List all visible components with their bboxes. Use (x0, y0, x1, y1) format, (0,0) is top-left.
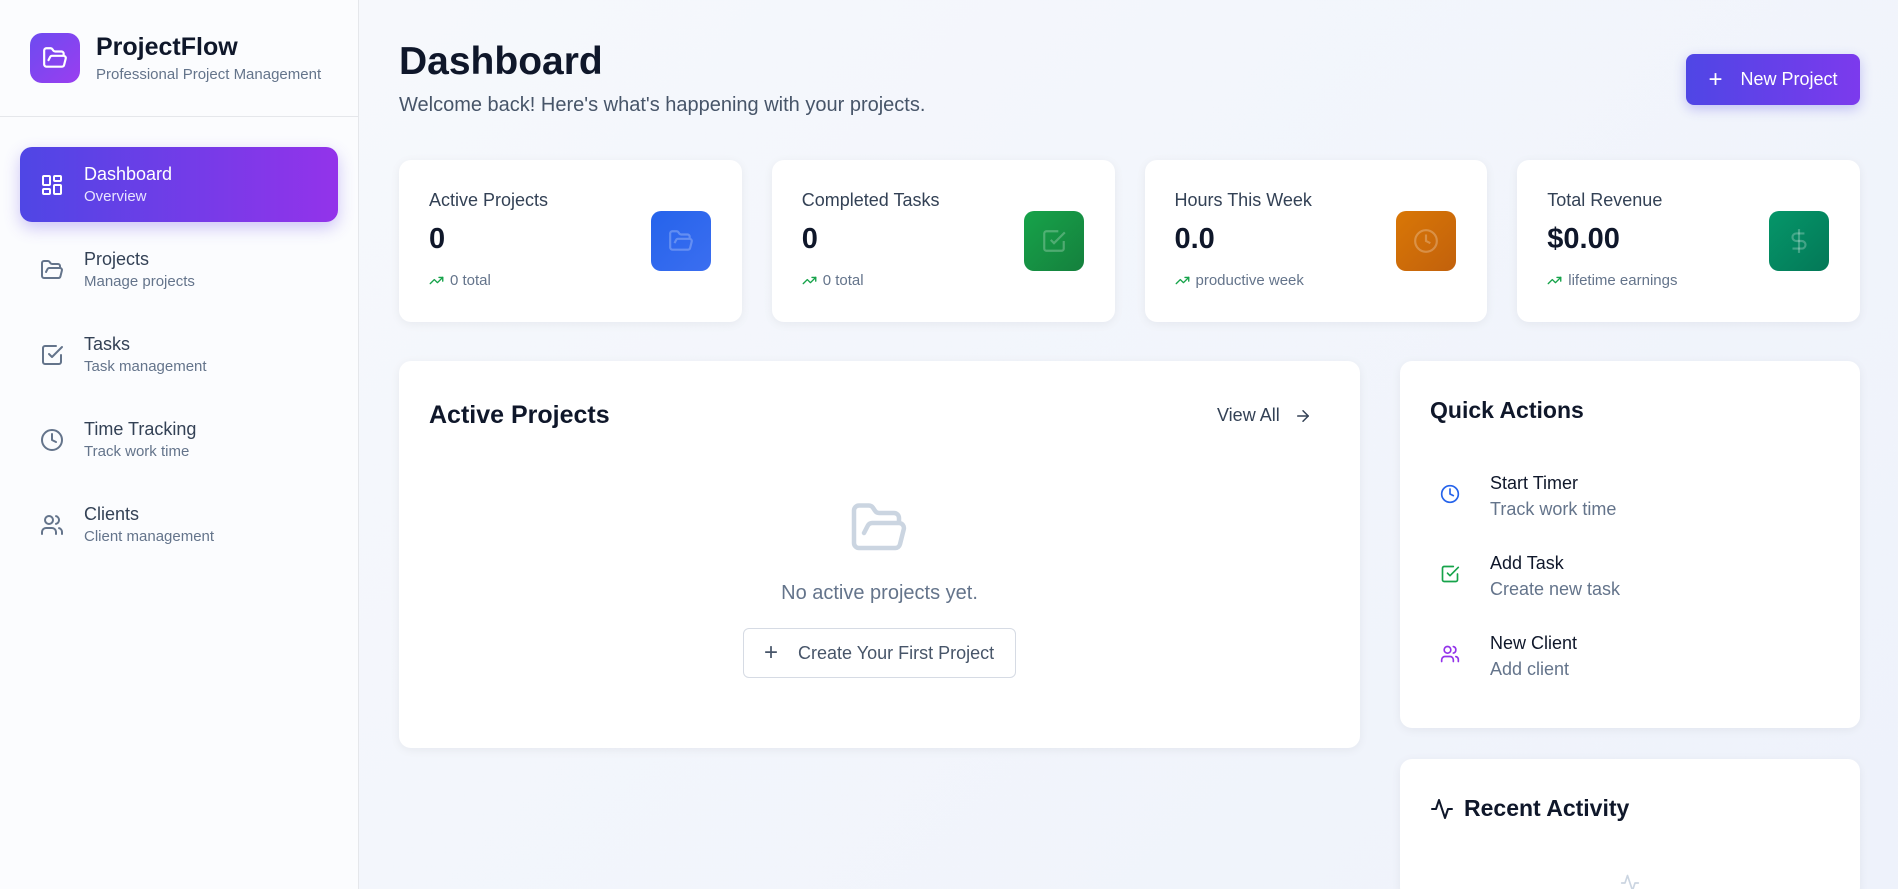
trending-up-icon (429, 273, 444, 288)
view-all-label: View All (1217, 405, 1280, 425)
quick-action-start-timer[interactable]: Start Timer Track work time (1430, 473, 1616, 520)
sidebar-item-tasks[interactable]: Tasks Task management (20, 317, 338, 392)
create-first-project-label: Create Your First Project (798, 642, 995, 663)
sidebar: ProjectFlow Professional Project Managem… (0, 0, 359, 889)
new-project-label: New Project (1740, 69, 1838, 89)
checkbox-icon (40, 343, 64, 367)
quick-action-sub: Track work time (1490, 499, 1617, 519)
sidebar-item-clients[interactable]: Clients Client management (20, 487, 338, 562)
sidebar-item-label: Time Tracking (84, 419, 197, 439)
sidebar-item-time-tracking[interactable]: Time Tracking Track work time (20, 402, 338, 477)
sidebar-item-sub: Client management (84, 528, 215, 545)
quick-action-add-task[interactable]: Add Task Create new task (1430, 553, 1620, 600)
empty-state-text: No active projects yet. (781, 582, 978, 604)
sidebar-item-dashboard[interactable]: Dashboard Overview (20, 147, 338, 222)
clock-icon (1396, 211, 1457, 271)
sidebar-nav: Dashboard Overview Projects Manage proje… (0, 117, 358, 562)
active-projects-panel: Active Projects View All No active proje… (399, 361, 1360, 748)
sidebar-item-projects[interactable]: Projects Manage projects (20, 232, 338, 307)
page-subtitle: Welcome back! Here's what's happening wi… (399, 94, 926, 116)
panel-title: Active Projects (429, 401, 610, 429)
stat-trend-text: 0 total (450, 272, 491, 289)
stat-trend-text: productive week (1195, 272, 1304, 289)
panel-title: Quick Actions (1430, 397, 1584, 423)
checkbox-icon (1023, 211, 1084, 271)
clock-icon (40, 428, 64, 452)
stat-label: Active Projects (429, 190, 549, 210)
quick-action-sub: Create new task (1490, 579, 1621, 599)
stat-card-hours-this-week: Hours This Week 0.0 productive week (1144, 160, 1488, 322)
activity-pulse-icon (1430, 797, 1454, 821)
plus-icon: + (764, 639, 779, 666)
stats-row: Active Projects 0 0 total Completed Task… (399, 160, 1860, 322)
page-title: Dashboard (399, 40, 603, 83)
plus-icon: + (1708, 65, 1723, 93)
users-icon (1430, 634, 1470, 674)
quick-action-label: Start Timer (1490, 473, 1579, 493)
empty-folder-icon (849, 498, 909, 563)
checkbox-icon (1430, 554, 1470, 594)
quick-actions-panel: Quick Actions Start Timer Track work tim… (1400, 361, 1860, 728)
sidebar-item-label: Projects (84, 249, 150, 269)
folder-logo-icon (30, 33, 80, 83)
sidebar-item-sub: Manage projects (84, 273, 195, 290)
quick-action-label: New Client (1490, 633, 1578, 653)
stat-trend: 0 total (429, 272, 712, 289)
stat-label: Completed Tasks (801, 190, 940, 210)
trending-up-icon (1547, 273, 1562, 288)
sidebar-item-label: Tasks (84, 334, 131, 354)
sidebar-item-sub: Task management (84, 358, 207, 375)
stat-trend-text: lifetime earnings (1568, 272, 1678, 289)
sidebar-item-label: Dashboard (84, 164, 173, 184)
folder-icon (650, 211, 711, 271)
stat-trend: 0 total (802, 272, 1085, 289)
activity-pulse-icon (1620, 873, 1640, 889)
quick-action-label: Add Task (1490, 553, 1564, 573)
stat-trend: lifetime earnings (1547, 272, 1830, 289)
brand: ProjectFlow Professional Project Managem… (0, 0, 358, 117)
stat-card-total-revenue: Total Revenue $0.00 lifetime earnings (1517, 160, 1860, 322)
stat-card-completed-tasks: Completed Tasks 0 0 total (771, 160, 1115, 322)
stat-trend: productive week (1175, 272, 1458, 289)
stat-label: Total Revenue (1547, 190, 1663, 210)
clock-icon (1430, 474, 1470, 514)
users-icon (40, 513, 64, 537)
folder-icon (40, 258, 64, 282)
new-project-button[interactable]: + New Project (1686, 54, 1860, 105)
trending-up-icon (802, 273, 817, 288)
arrow-right-icon (1294, 407, 1312, 425)
sidebar-item-sub: Track work time (84, 443, 190, 460)
create-first-project-button[interactable]: + Create Your First Project (743, 628, 1016, 678)
brand-subtitle: Professional Project Management (96, 66, 322, 83)
stat-label: Hours This Week (1174, 190, 1312, 210)
recent-activity-panel: Recent Activity (1400, 759, 1860, 889)
stat-trend-text: 0 total (822, 272, 864, 289)
dashboard-grid-icon (40, 173, 64, 197)
brand-name: ProjectFlow (96, 33, 238, 61)
quick-action-sub: Add client (1490, 659, 1570, 679)
sidebar-item-sub: Overview (84, 188, 147, 205)
dollar-icon (1769, 211, 1829, 271)
stat-card-active-projects: Active Projects 0 0 total (399, 160, 742, 322)
recent-activity-header: Recent Activity (1430, 795, 1629, 822)
quick-action-new-client[interactable]: New Client Add client (1430, 633, 1577, 680)
sidebar-item-label: Clients (84, 504, 140, 524)
trending-up-icon (1175, 273, 1190, 288)
panel-title: Recent Activity (1464, 795, 1630, 821)
view-all-link[interactable]: View All (1217, 405, 1312, 426)
